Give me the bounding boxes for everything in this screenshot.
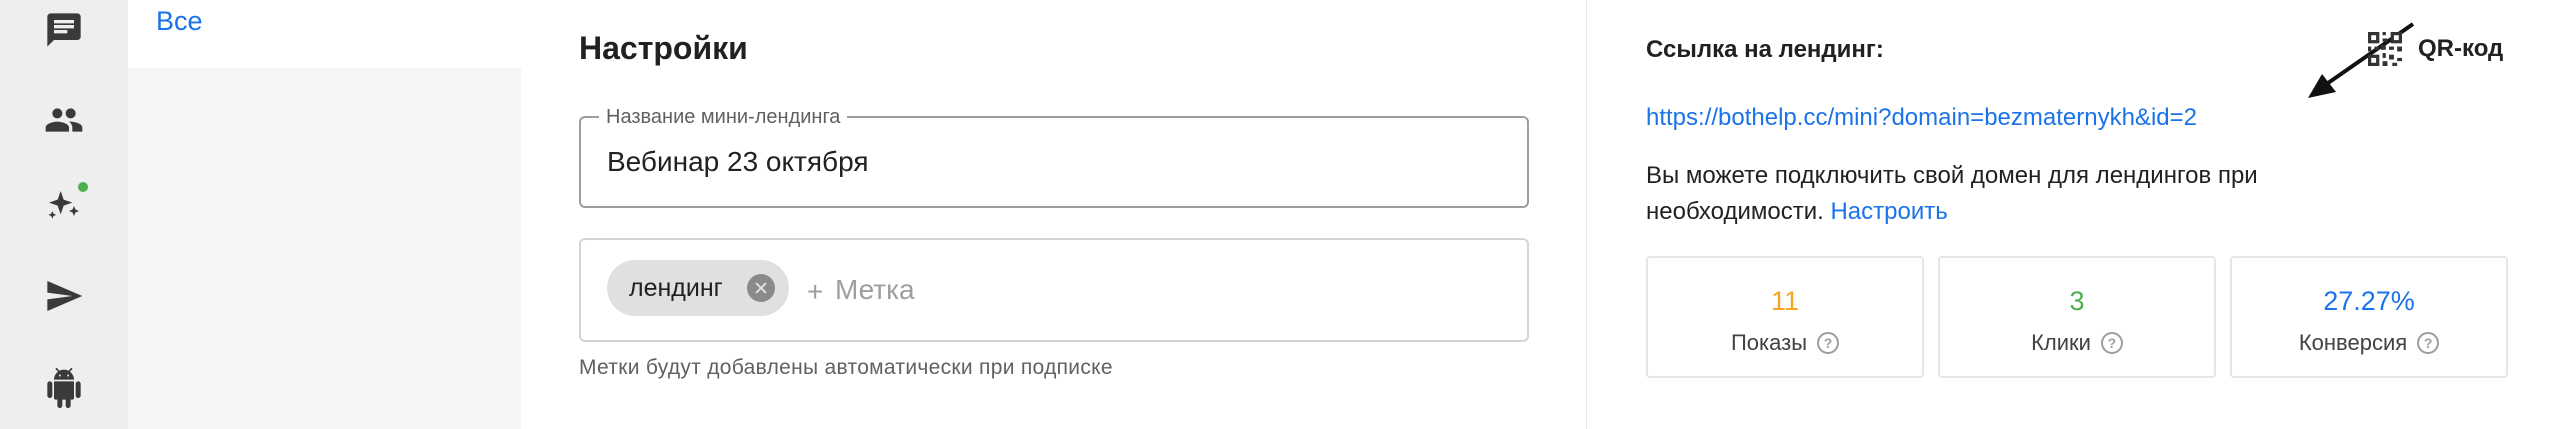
link-label: Ссылка на лендинг: <box>1646 36 1884 63</box>
stat-card-conversion: 27.27% Конверсия ? <box>2230 256 2508 378</box>
qr-code-label: QR-код <box>2418 35 2504 62</box>
tags-field[interactable]: лендинг + <box>579 238 1529 342</box>
stat-card-clicks: 3 Клики ? <box>1938 256 2216 378</box>
tag-chip[interactable]: лендинг <box>607 260 789 316</box>
stat-label-row: Конверсия ? <box>2232 330 2506 356</box>
stat-card-views: 11 Показы ? <box>1646 256 1924 378</box>
configure-link[interactable]: Настроить <box>1830 198 1947 225</box>
tag-input[interactable] <box>835 272 1235 308</box>
landing-url-link[interactable]: https://bothelp.cc/mini?domain=bezmatern… <box>1646 104 2197 132</box>
stat-label: Конверсия <box>2298 330 2408 355</box>
landing-name-label: Название мини-лендинга <box>599 106 848 129</box>
tags-hint: Метки будут добавлены автоматически при … <box>579 356 1113 379</box>
stat-label: Клики <box>2031 330 2091 355</box>
stat-value: 27.27% <box>2323 286 2415 316</box>
help-icon[interactable]: ? <box>2100 332 2123 354</box>
secondary-nav: Все <box>128 0 521 429</box>
qr-code-button[interactable]: QR-код <box>2368 32 2503 66</box>
landing-name-value[interactable]: Вебинар 23 октября <box>607 146 869 178</box>
stat-value: 3 <box>2069 286 2085 316</box>
stat-label: Показы <box>1730 330 1808 355</box>
page-title: Настройки <box>579 30 748 66</box>
settings-section: Настройки Название мини-лендинга Вебинар… <box>521 0 1587 429</box>
status-indicator <box>76 180 90 194</box>
qr-code-icon <box>2368 32 2402 66</box>
send-icon[interactable] <box>40 272 88 320</box>
subnav-item-all[interactable]: Все <box>156 6 203 37</box>
users-icon[interactable] <box>40 96 88 144</box>
landing-link-panel: Ссылка на лендинг: QR-код https://bothel… <box>1588 0 2560 429</box>
subnav-active-row[interactable]: Все <box>128 0 521 68</box>
help-icon[interactable]: ? <box>1817 332 1840 354</box>
stat-value: 11 <box>1770 286 1800 316</box>
tag-chip-label: лендинг <box>629 273 723 302</box>
plus-icon: + <box>807 276 824 307</box>
close-icon[interactable] <box>747 274 775 302</box>
help-icon[interactable]: ? <box>2417 332 2440 354</box>
android-icon[interactable] <box>40 364 88 412</box>
chat-icon[interactable] <box>40 6 88 54</box>
icon-rail <box>0 0 128 429</box>
sparkles-icon[interactable] <box>40 180 90 230</box>
custom-domain-note: Вы можете подключить свой домен для ленд… <box>1646 158 2406 230</box>
stat-label-row: Показы ? <box>1648 330 1922 356</box>
stat-label-row: Клики ? <box>1940 330 2214 356</box>
landing-name-field[interactable]: Название мини-лендинга Вебинар 23 октябр… <box>579 106 1529 208</box>
custom-domain-note-text: Вы можете подключить свой домен для ленд… <box>1646 162 2258 225</box>
